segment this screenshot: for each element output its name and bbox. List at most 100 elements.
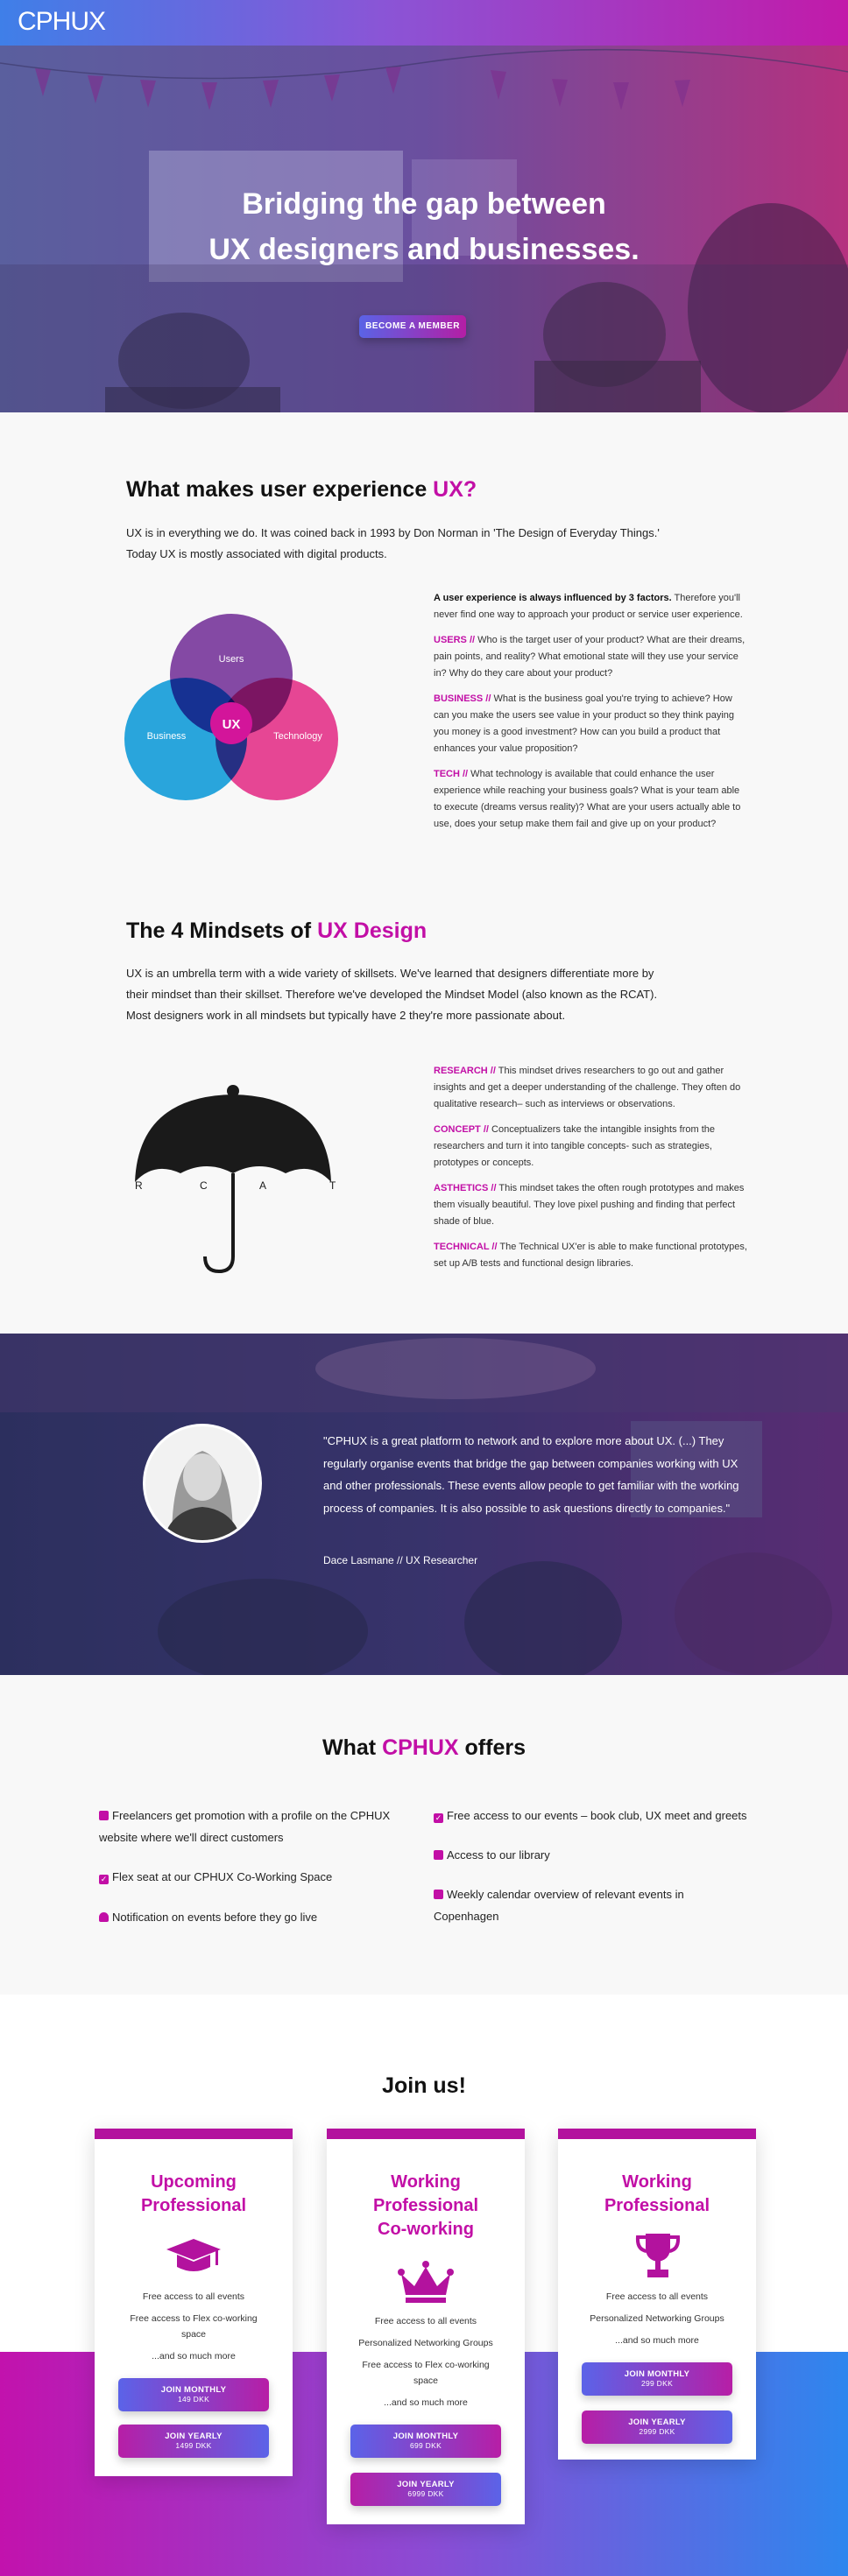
ux-heading-text: What makes user experience <box>126 477 434 502</box>
plan-feature: Free access to all events <box>142 2291 245 2302</box>
factor-tech: TECH // What technology is available tha… <box>434 766 749 833</box>
book-icon <box>434 1850 443 1860</box>
bell-icon <box>99 1912 109 1922</box>
plan-feature: ...and so much more <box>615 2335 699 2346</box>
mindset-research: RESEARCH // This mindset drives research… <box>434 1063 749 1113</box>
join-yearly-label: JOIN YEARLY <box>397 2480 455 2489</box>
offer-calendar: Weekly calendar overview of relevant eve… <box>434 1883 749 1927</box>
ux-heading-accent: UX? <box>433 477 477 502</box>
become-member-button[interactable]: BECOME A MEMBER <box>359 315 466 338</box>
mindset-list: RESEARCH // This mindset drives research… <box>434 1063 749 1281</box>
mindsets-intro-line-2: their mindset than their skillset. There… <box>126 988 658 1001</box>
offer-calendar-text: Weekly calendar overview of relevant eve… <box>434 1888 684 1923</box>
ux-intro-line-1: UX is in everything we do. It was coined… <box>126 526 660 539</box>
offer-flex-seat-text: Flex seat at our CPHUX Co-Working Space <box>112 1870 333 1883</box>
plan-feature: Personalized Networking Groups <box>590 2313 724 2324</box>
plan-card-bar <box>327 2129 525 2139</box>
offer-library-text: Access to our library <box>447 1848 550 1862</box>
plan-card-bar <box>95 2129 293 2139</box>
join-yearly-button[interactable]: JOIN YEARLY 6999 DKK <box>350 2473 501 2506</box>
mindsets-heading: The 4 Mindsets of UX Design <box>126 918 427 944</box>
join-monthly-price: 699 DKK <box>409 2441 442 2450</box>
ux-factor-list: A user experience is always influenced b… <box>434 590 749 841</box>
testimonial-author: Dace Lasmane // UX Researcher <box>323 1554 478 1566</box>
factor-business: BUSINESS // What is the business goal yo… <box>434 691 749 757</box>
ux-intro-line-2: Today UX is mostly associated with digit… <box>126 547 387 560</box>
join-yearly-price: 2999 DKK <box>639 2427 675 2436</box>
mindset-concept: CONCEPT // Conceptualizers take the inta… <box>434 1122 749 1172</box>
join-monthly-price: 149 DKK <box>177 2395 210 2404</box>
plan-title-line-2: Professional <box>604 2196 710 2215</box>
plan-feature: Free access to all events <box>374 2316 477 2326</box>
plan-feature: Personalized Networking Groups <box>358 2338 493 2348</box>
join-yearly-button[interactable]: JOIN YEARLY 2999 DKK <box>582 2411 732 2444</box>
join-heading: Join us! <box>382 2073 466 2098</box>
plan-title: Working Professional Co-working <box>327 2171 525 2242</box>
crown-icon <box>398 2261 454 2303</box>
venn-users-label: Users <box>219 654 244 665</box>
join-monthly-button[interactable]: JOIN MONTHLY 149 DKK <box>118 2378 269 2411</box>
check-icon: ✓ <box>99 1875 109 1884</box>
join-yearly-label: JOIN YEARLY <box>628 2418 686 2427</box>
plan-card-bar <box>558 2129 756 2139</box>
ux-venn-diagram: Users Business Technology UX <box>124 614 338 800</box>
join-monthly-label: JOIN MONTHLY <box>624 2369 690 2379</box>
plan-title-line-1: Working <box>622 2172 692 2192</box>
plan-title: Upcoming Professional <box>95 2171 293 2218</box>
join-yearly-button[interactable]: JOIN YEARLY 1499 DKK <box>118 2425 269 2458</box>
rcat-umbrella-icon: R C A T <box>135 1085 336 1274</box>
factor-tech-text: What technology is available that could … <box>434 769 741 829</box>
factor-users-keyword: USERS // <box>434 635 476 645</box>
factor-intro-bold: A user experience is always influenced b… <box>434 593 672 603</box>
plan-feature: Free access to Flex co-working space <box>362 2360 490 2386</box>
graduation-cap-icon <box>166 2239 221 2271</box>
rcat-letter-a: A <box>259 1179 266 1192</box>
mindset-asthetics: ASTHETICS // This mindset takes the ofte… <box>434 1180 749 1230</box>
offers-heading: What CPHUX offers <box>0 1735 848 1761</box>
venn-center-label: UX <box>223 717 241 732</box>
factor-users-text: Who is the target user of your product? … <box>434 635 746 679</box>
join-yearly-label: JOIN YEARLY <box>165 2432 223 2441</box>
join-monthly-label: JOIN MONTHLY <box>160 2385 227 2395</box>
mindset-technical-keyword: TECHNICAL // <box>434 1242 498 1252</box>
logo[interactable]: CPHUX <box>18 7 106 37</box>
mindsets-intro: UX is an umbrella term with a wide varie… <box>126 963 757 1026</box>
mindset-concept-keyword: CONCEPT // <box>434 1124 489 1135</box>
plan-title: Working Professional <box>558 2171 756 2218</box>
offer-events: ✓ Free access to our events – book club, … <box>434 1805 767 1826</box>
rcat-letter-r: R <box>135 1179 143 1192</box>
plan-card-working-professional: Working Professional Free access to all … <box>558 2129 756 2460</box>
offer-notification-text: Notification on events before they go li… <box>112 1911 318 1924</box>
mindset-technical: TECHNICAL // The Technical UX'er is able… <box>434 1239 749 1272</box>
mindsets-heading-text: The 4 Mindsets of <box>126 918 318 943</box>
plan-feature: Free access to all events <box>605 2291 709 2302</box>
testimonial-section: "CPHUX is a great platform to network an… <box>0 1334 848 1675</box>
user-card-icon <box>99 1811 109 1820</box>
plan-title-line-3: Co-working <box>378 2220 474 2239</box>
mindset-asthetics-keyword: ASTHETICS // <box>434 1183 497 1193</box>
hero-section: Bridging the gap between UX designers an… <box>0 46 848 412</box>
factor-intro: A user experience is always influenced b… <box>434 590 749 623</box>
ux-heading: What makes user experience UX? <box>126 477 477 503</box>
offers-heading-text: What <box>322 1735 383 1760</box>
offer-flex-seat: ✓ Flex seat at our CPHUX Co-Working Space <box>99 1866 414 1888</box>
mindsets-intro-line-1: UX is an umbrella term with a wide varie… <box>126 967 654 980</box>
plan-title-line-1: Working <box>391 2172 461 2192</box>
testimonial-avatar <box>143 1424 262 1543</box>
join-monthly-button[interactable]: JOIN MONTHLY 299 DKK <box>582 2362 732 2396</box>
rcat-letter-c: C <box>200 1179 208 1192</box>
offer-notification: Notification on events before they go li… <box>99 1906 414 1928</box>
venn-technology-label: Technology <box>273 731 322 742</box>
plan-feature: ...and so much more <box>152 2351 236 2361</box>
join-monthly-price: 299 DKK <box>640 2379 674 2388</box>
rcat-letter-t: T <box>329 1179 336 1192</box>
testimonial-quote: "CPHUX is a great platform to network an… <box>323 1434 739 1515</box>
join-yearly-price: 6999 DKK <box>407 2489 444 2498</box>
factor-business-keyword: BUSINESS // <box>434 693 491 704</box>
offer-events-text: Free access to our events – book club, U… <box>447 1809 747 1822</box>
top-navigation-bar: CPHUX <box>0 0 848 46</box>
join-monthly-button[interactable]: JOIN MONTHLY 699 DKK <box>350 2425 501 2458</box>
plan-card-working-professional-coworking: Working Professional Co-working Free acc… <box>327 2129 525 2524</box>
offers-heading-accent: CPHUX <box>382 1735 459 1760</box>
hero-title-line-1: Bridging the gap between <box>242 187 606 221</box>
